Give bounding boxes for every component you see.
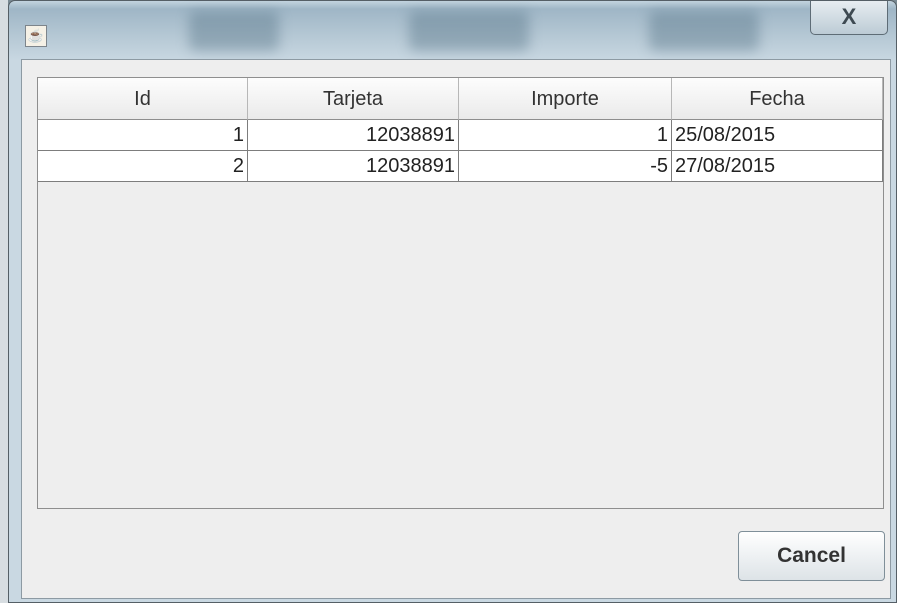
desktop-background <box>0 0 8 603</box>
cancel-button[interactable]: Cancel <box>738 531 885 581</box>
cell-id[interactable]: 1 <box>38 120 248 151</box>
table-row[interactable]: 2 12038891 -5 27/08/2015 <box>38 151 883 182</box>
title-bar-background <box>189 11 279 51</box>
close-icon: X <box>841 4 857 29</box>
cell-importe[interactable]: 1 <box>459 120 672 151</box>
title-bar-background <box>409 11 529 51</box>
close-button[interactable]: X <box>810 1 888 35</box>
cell-tarjeta[interactable]: 12038891 <box>248 151 459 182</box>
transactions-table[interactable]: Id Tarjeta Importe Fecha 1 12038891 1 25… <box>37 77 884 509</box>
title-bar[interactable]: ☕ X <box>9 1 896 57</box>
cell-tarjeta[interactable]: 12038891 <box>248 120 459 151</box>
column-header-id[interactable]: Id <box>38 78 248 120</box>
cell-importe[interactable]: -5 <box>459 151 672 182</box>
title-bar-background <box>649 11 759 51</box>
column-header-tarjeta[interactable]: Tarjeta <box>248 78 459 120</box>
java-app-icon[interactable]: ☕ <box>25 25 47 47</box>
cell-fecha[interactable]: 25/08/2015 <box>672 120 883 151</box>
column-header-fecha[interactable]: Fecha <box>672 78 883 120</box>
cell-fecha[interactable]: 27/08/2015 <box>672 151 883 182</box>
table-row[interactable]: 1 12038891 1 25/08/2015 <box>38 120 883 151</box>
column-header-importe[interactable]: Importe <box>459 78 672 120</box>
cell-id[interactable]: 2 <box>38 151 248 182</box>
dialog-content: Id Tarjeta Importe Fecha 1 12038891 1 25… <box>21 59 891 599</box>
table-header: Id Tarjeta Importe Fecha <box>38 78 883 120</box>
dialog-window: ☕ X Id Tarjeta Importe Fecha 1 12038891 … <box>8 0 897 603</box>
